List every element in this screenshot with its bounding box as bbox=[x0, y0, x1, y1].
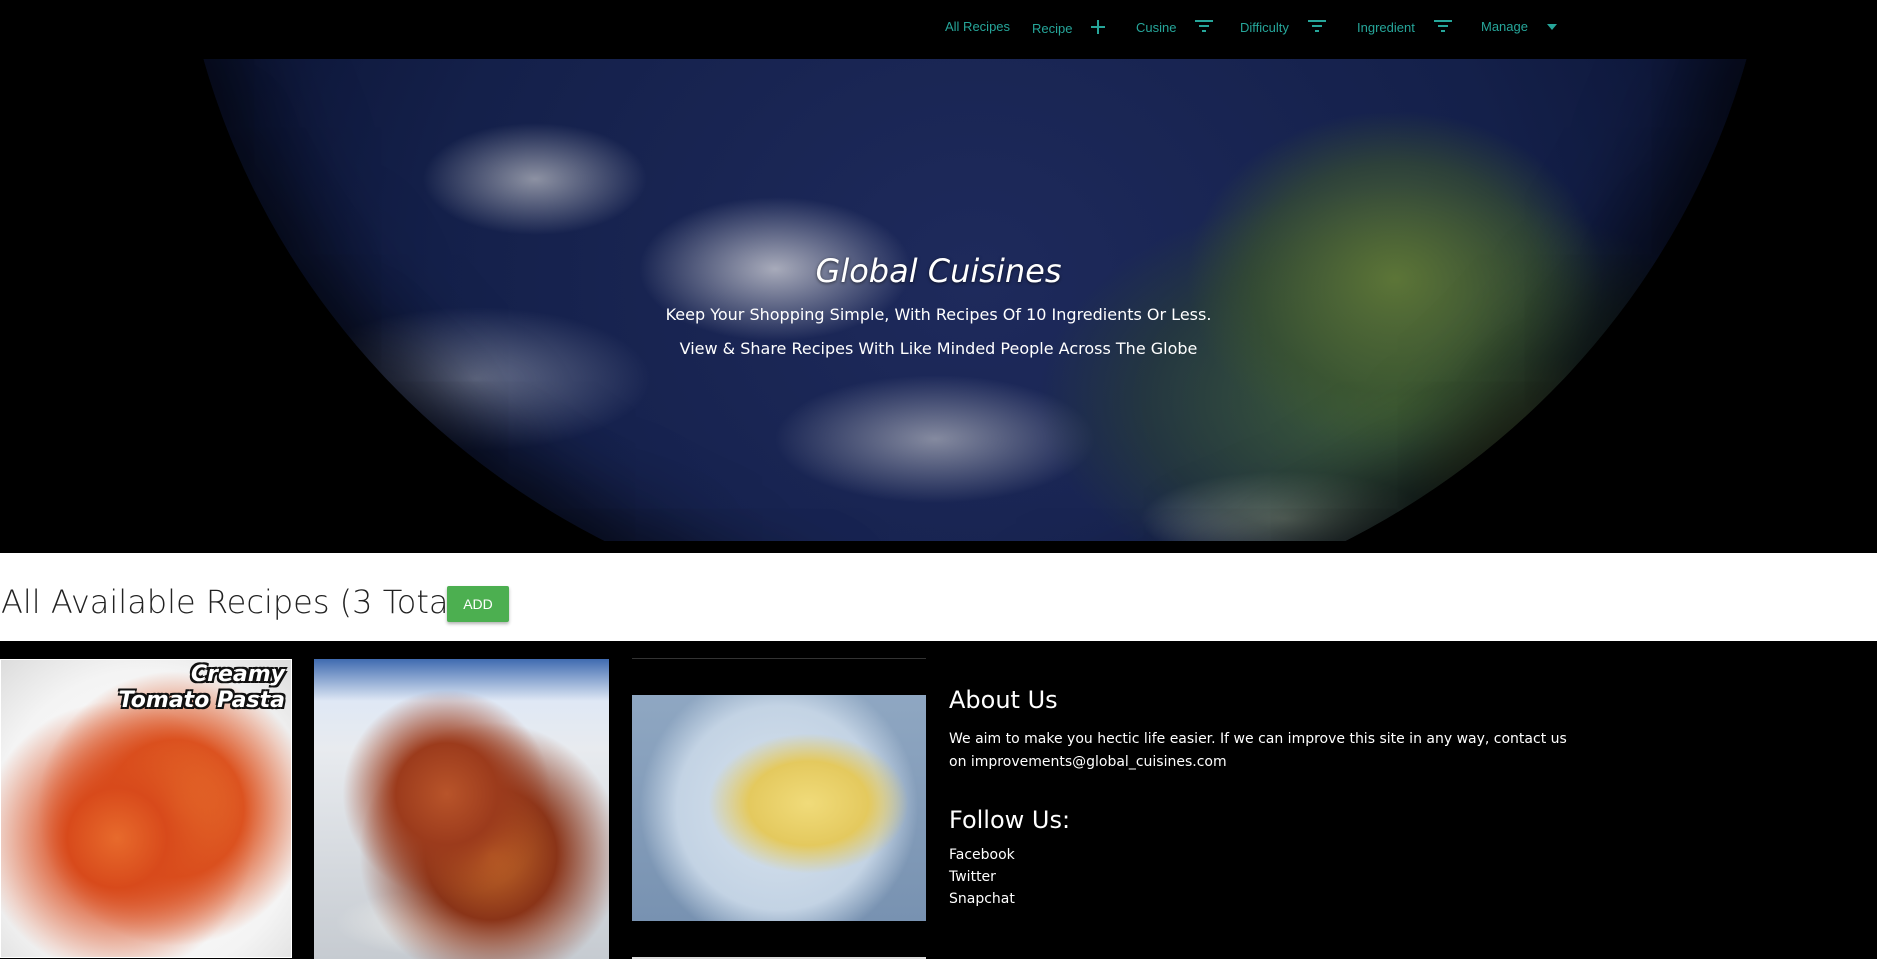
caret-down-icon bbox=[1546, 20, 1558, 34]
filter-icon bbox=[1194, 19, 1214, 36]
filter-icon bbox=[1307, 19, 1327, 36]
hero-title: Global Cuisines bbox=[815, 252, 1062, 290]
top-navbar: All Recipes Recipe Cusine Difficulty Ing… bbox=[0, 0, 1877, 59]
about-heading: About Us bbox=[949, 686, 1058, 714]
recipe-card[interactable] bbox=[314, 659, 609, 959]
recipes-header: All Available Recipes (3 Total) bbox=[0, 553, 1877, 641]
recipe-card-caption: Creamy Tomato Pasta bbox=[119, 662, 285, 714]
nav-difficulty-label: Difficulty bbox=[1240, 20, 1289, 35]
recipes-heading: All Available Recipes (3 Total) bbox=[1, 583, 470, 621]
hero-banner: Global Cuisines Keep Your Shopping Simpl… bbox=[0, 59, 1877, 541]
follow-section: Follow Us: Facebook Twitter Snapchat bbox=[949, 806, 1070, 910]
snapchat-link[interactable]: Snapchat bbox=[949, 888, 1070, 910]
nav-cuisine-label: Cusine bbox=[1136, 20, 1177, 35]
earth-globe-image bbox=[175, 59, 1775, 541]
twitter-link[interactable]: Twitter bbox=[949, 866, 1070, 888]
nav-difficulty[interactable]: Difficulty bbox=[1240, 19, 1327, 36]
caption-line-1: Creamy bbox=[190, 662, 285, 687]
nav-recipe-label: Recipe bbox=[1032, 21, 1073, 36]
follow-heading: Follow Us: bbox=[949, 806, 1071, 834]
caption-line-2: Tomato Pasta bbox=[118, 688, 285, 713]
add-recipe-button[interactable]: ADD bbox=[447, 586, 509, 622]
hero-subtitle-1: Keep Your Shopping Simple, With Recipes … bbox=[665, 305, 1212, 324]
nav-ingredient-label: Ingredient bbox=[1357, 20, 1415, 35]
nav-manage-label: Manage bbox=[1481, 19, 1528, 34]
plus-icon bbox=[1090, 19, 1106, 38]
recipe-card[interactable]: Creamy Tomato Pasta bbox=[0, 659, 292, 958]
nav-all-recipes[interactable]: All Recipes bbox=[945, 19, 1010, 34]
recipe-card[interactable] bbox=[632, 695, 926, 921]
nav-recipe[interactable]: Recipe bbox=[1032, 19, 1106, 38]
about-section: About Us We aim to make you hectic life … bbox=[949, 686, 1569, 774]
hero-subtitle-2: View & Share Recipes With Like Minded Pe… bbox=[679, 339, 1198, 358]
about-text: We aim to make you hectic life easier. I… bbox=[949, 731, 1567, 770]
filter-icon bbox=[1433, 19, 1453, 36]
card-divider bbox=[632, 658, 926, 659]
nav-cuisine[interactable]: Cusine bbox=[1136, 19, 1214, 36]
nav-all-recipes-label: All Recipes bbox=[945, 19, 1011, 34]
nav-ingredient[interactable]: Ingredient bbox=[1357, 19, 1453, 36]
facebook-link[interactable]: Facebook bbox=[949, 844, 1070, 866]
nav-manage[interactable]: Manage bbox=[1481, 19, 1558, 34]
